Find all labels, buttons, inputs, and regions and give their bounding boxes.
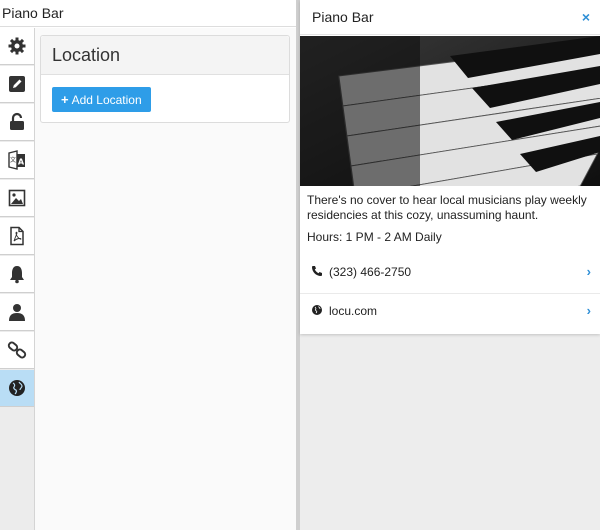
translate-icon: A 文 (8, 150, 25, 170)
close-icon[interactable]: × (582, 9, 590, 25)
editor-header: Piano Bar (0, 0, 296, 27)
user-tab[interactable] (0, 294, 34, 331)
bell-icon (10, 266, 24, 284)
editor-icon-toolbar: A 文 (0, 28, 35, 530)
permissions-tab[interactable] (0, 104, 34, 141)
image-icon (8, 189, 26, 207)
edit-tab[interactable] (0, 66, 34, 103)
plus-icon: + (61, 92, 69, 107)
phone-number: (323) 466-2750 (329, 265, 412, 279)
place-hours: Hours: 1 PM - 2 AM Daily (307, 230, 442, 244)
editor-title: Piano Bar (2, 5, 64, 21)
phone-icon (312, 266, 322, 276)
location-editor: Location + Add Location (35, 28, 296, 530)
pdf-tab[interactable] (0, 218, 34, 255)
settings-tab[interactable] (0, 28, 34, 65)
editor-panel: Piano Bar A 文 Location + Add Location (0, 0, 296, 530)
preview-title: Piano Bar (312, 9, 374, 25)
location-tab[interactable] (0, 370, 34, 407)
pdf-icon (10, 226, 24, 246)
place-description: There's no cover to hear local musicians… (307, 193, 587, 222)
chevron-right-icon: › (586, 264, 591, 279)
chevron-right-icon: › (586, 303, 591, 318)
preview-panel: Piano Bar × There's no cover to hear loc… (300, 0, 600, 530)
user-icon (9, 304, 25, 321)
gear-icon (8, 37, 26, 55)
preview-header: Piano Bar × (300, 0, 600, 35)
location-heading: Location (41, 36, 289, 75)
add-location-button[interactable]: + Add Location (52, 87, 151, 112)
images-tab[interactable] (0, 180, 34, 217)
piano-keys-photo (300, 36, 600, 186)
link-icon (7, 341, 27, 359)
phone-row[interactable]: (323) 466-2750 › (300, 255, 600, 291)
add-location-label: Add Location (71, 92, 142, 107)
svg-text:文: 文 (10, 156, 16, 164)
website-link: locu.com (329, 304, 378, 318)
translate-tab[interactable]: A 文 (0, 142, 34, 179)
notifications-tab[interactable] (0, 256, 34, 293)
links-tab[interactable] (0, 332, 34, 369)
pencil-icon (9, 76, 25, 92)
unlock-icon (10, 112, 24, 130)
place-detail-card: Piano Bar × There's no cover to hear loc… (300, 0, 600, 334)
website-row[interactable]: locu.com › (300, 294, 600, 330)
globe-icon (312, 305, 322, 315)
globe-icon (9, 380, 25, 396)
location-section: Location + Add Location (40, 35, 290, 123)
svg-text:A: A (18, 158, 25, 167)
